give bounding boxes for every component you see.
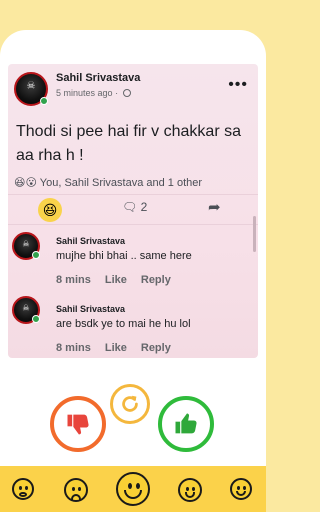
comment-icon: 🗨 [122,200,138,214]
like-icon [175,413,197,434]
comment-text: are bsdk ye to mai he hu lol [56,318,191,330]
comment-author[interactable]: Sahil Srivastava [56,304,125,314]
haha-reaction-icon: 😆 [14,177,26,189]
avatar[interactable]: ☠ [14,72,48,106]
reply-link[interactable]: Reply [141,342,171,354]
skull-icon: ☠ [22,239,30,249]
scrollbar[interactable] [253,216,256,252]
comment-avatar[interactable]: ☠ [12,232,40,260]
divider [8,194,258,195]
reply-link[interactable]: Reply [141,274,171,286]
emoji-icon[interactable] [230,478,252,500]
emoji-icon[interactable] [178,478,202,502]
comment-time: 8 mins [56,274,91,286]
comment-count: 2 [140,200,148,214]
wow-reaction-icon: 😮 [25,177,37,189]
refresh-icon [122,395,138,412]
post-author[interactable]: Sahil Srivastava [56,72,140,84]
dislike-button[interactable] [50,396,106,452]
meta-separator: · [115,88,119,98]
skull-icon: ☠ [22,303,30,313]
post-meta: 5 minutes ago · [56,88,131,98]
skull-icon: ☠ [26,80,36,92]
emoji-bar [0,466,266,512]
react-emoji-icon[interactable]: 😆 [38,198,62,222]
post-text: Thodi si pee hai fir v chakkar sa aa rha… [16,123,241,164]
emoji-icon[interactable] [12,478,34,500]
emoji-icon[interactable] [116,472,150,506]
online-status-icon [40,97,48,105]
comment-actions: 8 mins Like Reply [56,342,185,354]
share-icon[interactable]: ➦ [208,198,221,216]
online-status-icon [32,315,40,323]
like-link[interactable]: Like [105,342,127,354]
post-time[interactable]: 5 minutes ago [56,88,113,98]
globe-icon [122,89,131,97]
comment-author[interactable]: Sahil Srivastava [56,236,125,246]
reactions-summary: You, Sahil Srivastava and 1 other [39,177,203,189]
like-link[interactable]: Like [105,274,127,286]
reactions-row[interactable]: 😆😮 You, Sahil Srivastava and 1 other [14,176,202,189]
divider [8,224,258,225]
comment-text: mujhe bhi bhai .. same here [56,250,192,262]
more-options-icon[interactable]: ••• [228,76,248,94]
comment-button[interactable]: 🗨 2 [122,200,147,214]
like-button[interactable] [158,396,214,452]
comment-avatar[interactable]: ☠ [12,296,40,324]
refresh-button[interactable] [110,384,150,424]
comment-time: 8 mins [56,342,91,354]
online-status-icon [32,251,40,259]
comment-actions: 8 mins Like Reply [56,274,185,286]
dislike-icon [67,414,89,435]
emoji-icon[interactable] [64,478,88,502]
post-card: ☠ Sahil Srivastava 5 minutes ago · ••• T… [8,64,258,358]
